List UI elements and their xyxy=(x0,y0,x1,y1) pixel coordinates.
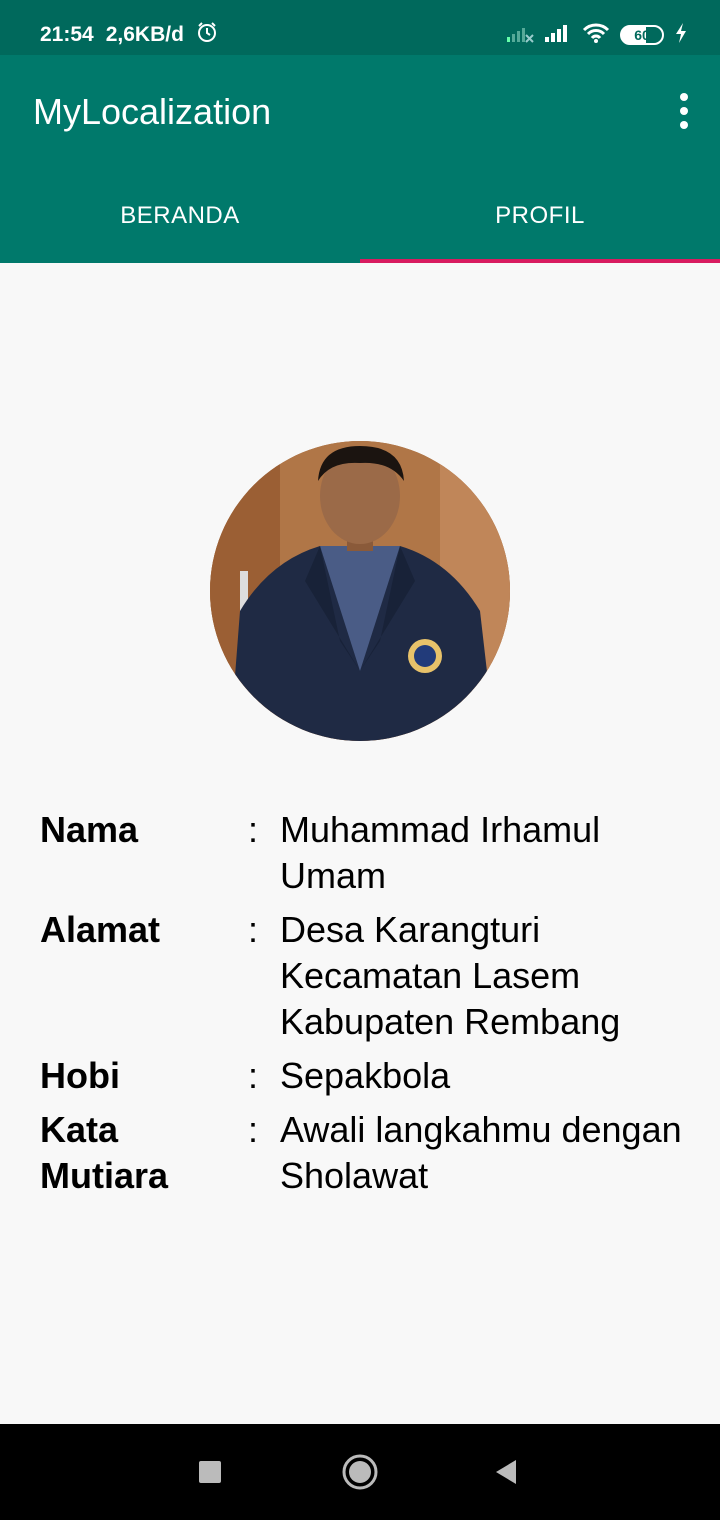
value-hobi: Sepakbola xyxy=(280,1055,451,1096)
colon-separator: : xyxy=(248,1109,259,1150)
value-nama: Muhammad Irhamul Umam xyxy=(280,809,601,896)
recents-icon[interactable] xyxy=(199,1452,221,1496)
label-hobi: Hobi xyxy=(40,1055,120,1096)
wifi-icon xyxy=(582,22,610,48)
value-alamat: Desa Karangturi Kecamatan Lasem Kabupate… xyxy=(280,909,621,1042)
app-bar: MyLocalization BERANDA PROFIL xyxy=(0,55,720,263)
tab-beranda[interactable]: BERANDA xyxy=(0,177,360,263)
overflow-menu-icon[interactable] xyxy=(676,93,692,129)
battery-icon: 60 xyxy=(620,25,664,45)
system-nav-bar xyxy=(0,1424,720,1520)
signal-sim2-icon xyxy=(506,23,534,47)
profile-details: Nama : Muhammad Irhamul Umam Alamat : De… xyxy=(40,807,700,1207)
profile-row-alamat: Alamat : Desa Karangturi Kecamatan Lasem… xyxy=(40,907,700,1045)
home-icon[interactable] xyxy=(342,1452,378,1496)
colon-separator: : xyxy=(248,909,259,950)
value-kata-mutiara: Awali langkahmu dengan Sholawat xyxy=(280,1109,682,1196)
label-nama: Nama xyxy=(40,809,139,850)
tab-profil[interactable]: PROFIL xyxy=(360,177,720,263)
profile-row-kata-mutiara: Kata Mutiara : Awali langkahmu dengan Sh… xyxy=(40,1107,700,1199)
profile-row-nama: Nama : Muhammad Irhamul Umam xyxy=(40,807,700,899)
alarm-icon xyxy=(196,21,218,49)
label-kata-mutiara: Kata Mutiara xyxy=(40,1109,169,1196)
status-time: 21:54 xyxy=(40,23,94,46)
charging-icon xyxy=(674,22,688,48)
network-speed: 2,6KB/d xyxy=(105,23,184,46)
signal-icon xyxy=(544,23,572,47)
status-bar: 21:54 2,6KB/d 60 xyxy=(0,0,720,55)
back-icon[interactable] xyxy=(494,1452,518,1496)
label-alamat: Alamat xyxy=(40,909,161,950)
tab-bar: BERANDA PROFIL xyxy=(0,177,720,263)
app-title: MyLocalization xyxy=(33,91,272,132)
profile-photo xyxy=(210,441,510,741)
profile-row-hobi: Hobi : Sepakbola xyxy=(40,1053,700,1099)
colon-separator: : xyxy=(248,809,259,850)
colon-separator: : xyxy=(248,1055,259,1096)
